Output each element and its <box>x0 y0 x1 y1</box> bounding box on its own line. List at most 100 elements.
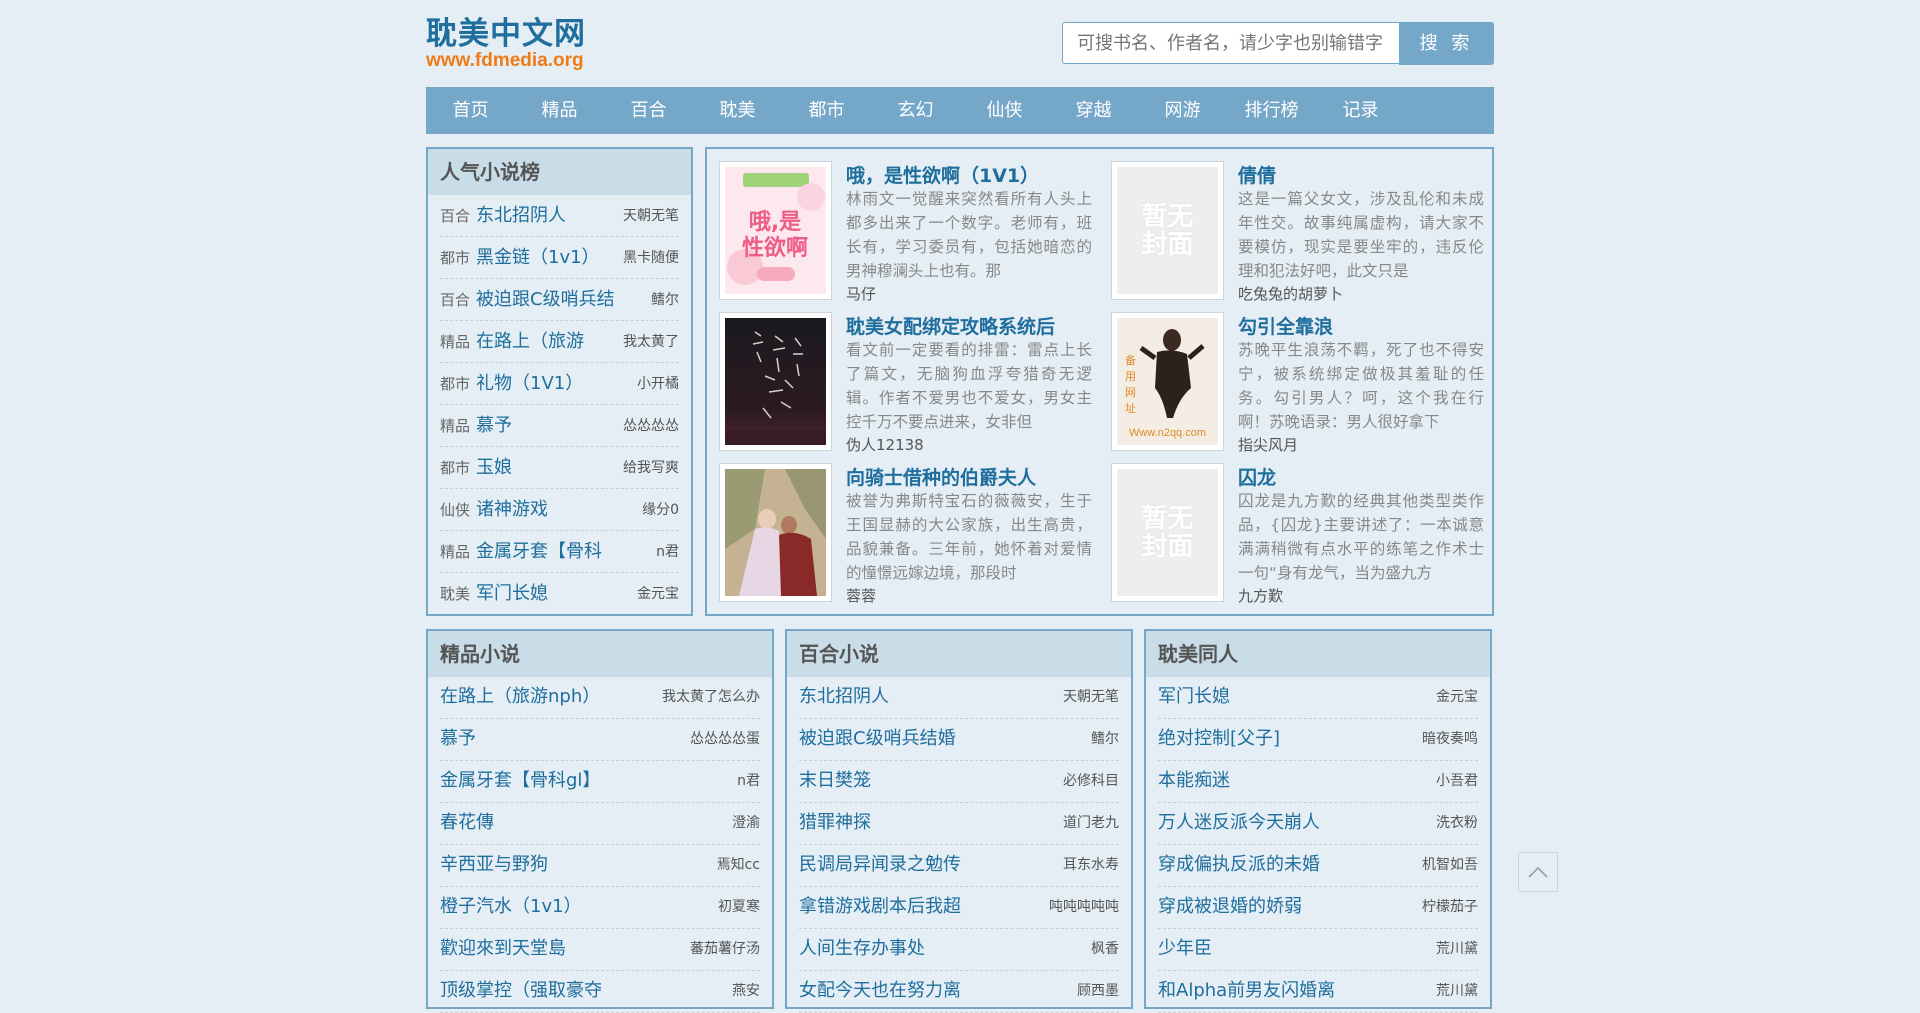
nav-home[interactable]: 首页 <box>426 87 515 134</box>
book-title-link[interactable]: 人间生存办事处 <box>799 929 925 970</box>
book-title-link[interactable]: 在路上（旅游 <box>476 322 617 362</box>
featured-book[interactable]: 哦,是 性欲啊 哦，是性欲啊（1V1） 林雨文一觉醒来突然看所有人头上都多出来了… <box>719 161 1092 303</box>
book-title-link[interactable]: 顶级掌控（强取豪夺 <box>440 971 602 1012</box>
author-name[interactable]: 吃兔兔的胡萝卜 <box>1238 283 1343 304</box>
author-name[interactable]: 伪人12138 <box>846 434 924 455</box>
list-item[interactable]: 和Alpha前男友闪婚离 荒川黛 <box>1158 971 1478 1013</box>
book-title-link[interactable]: 礼物（1V1） <box>476 364 631 404</box>
nav-history[interactable]: 记录 <box>1316 87 1405 134</box>
list-item[interactable]: 都市 玉娘 给我写爽 <box>440 447 679 489</box>
nav-quality[interactable]: 精品 <box>515 87 604 134</box>
book-cover[interactable]: 暂无 封面 <box>1111 161 1224 300</box>
book-cover[interactable] <box>719 463 832 602</box>
author-name[interactable]: 蓉蓉 <box>846 585 876 606</box>
nav-fantasy[interactable]: 玄幻 <box>871 87 960 134</box>
list-item[interactable]: 精品 在路上（旅游 我太黄了 <box>440 321 679 363</box>
book-title-link[interactable]: 向骑士借种的伯爵夫人 <box>846 463 1036 490</box>
book-title-link[interactable]: 被迫跟C级哨兵结婚 <box>799 719 956 760</box>
list-item[interactable]: 末日樊笼 必修科目 <box>799 761 1119 803</box>
author-name[interactable]: 马仔 <box>846 283 876 304</box>
list-item[interactable]: 穿成被退婚的娇弱 柠檬茄子 <box>1158 887 1478 929</box>
list-item[interactable]: 歡迎來到天堂島 蕃茄薯仔汤 <box>440 929 760 971</box>
list-item[interactable]: 辛西亚与野狗 焉知cc <box>440 845 760 887</box>
book-title-link[interactable]: 万人迷反派今天崩人 <box>1158 803 1320 844</box>
book-title-link[interactable]: 东北招阴人 <box>799 677 889 718</box>
featured-book[interactable]: 备 用 网 址 Www.n2qq.com 勾引全靠浪 苏晚平生浪荡不羁，死了也不… <box>1111 312 1484 454</box>
list-item[interactable]: 都市 黑金链（1v1） 黑卡随便 <box>440 237 679 279</box>
nav-timetravel[interactable]: 穿越 <box>1049 87 1138 134</box>
book-title-link[interactable]: 和Alpha前男友闪婚离 <box>1158 971 1335 1012</box>
nav-ranking[interactable]: 排行榜 <box>1227 87 1316 134</box>
list-item[interactable]: 军门长媳 金元宝 <box>1158 677 1478 719</box>
list-item[interactable]: 被迫跟C级哨兵结婚 鳍尔 <box>799 719 1119 761</box>
book-title-link[interactable]: 倩倩 <box>1238 161 1276 188</box>
book-title-link[interactable]: 猎罪神探 <box>799 803 871 844</box>
nav-online-game[interactable]: 网游 <box>1138 87 1227 134</box>
book-cover[interactable] <box>719 312 832 451</box>
list-item[interactable]: 东北招阴人 天朝无笔 <box>799 677 1119 719</box>
book-title-link[interactable]: 金属牙套【骨科gl】 <box>440 761 600 802</box>
site-url[interactable]: www.fdmedia.org <box>426 50 584 72</box>
book-cover[interactable]: 哦,是 性欲啊 <box>719 161 832 300</box>
book-title-link[interactable]: 慕予 <box>476 406 617 446</box>
book-title-link[interactable]: 拿错游戏剧本后我超 <box>799 887 961 928</box>
list-item[interactable]: 民调局异闻录之勉传 耳东水寿 <box>799 845 1119 887</box>
nav-yuri[interactable]: 百合 <box>604 87 693 134</box>
list-item[interactable]: 在路上（旅游nph） 我太黄了怎么办 <box>440 677 760 719</box>
list-item[interactable]: 耽美 军门长媳 金元宝 <box>440 573 679 614</box>
list-item[interactable]: 精品 慕予 怂怂怂怂 <box>440 405 679 447</box>
book-title-link[interactable]: 橙子汽水（1v1） <box>440 887 582 928</box>
book-cover[interactable]: 备 用 网 址 Www.n2qq.com <box>1111 312 1224 451</box>
featured-book[interactable]: 暂无 封面 倩倩 这是一篇父女文，涉及乱伦和未成年性交。故事纯属虚构，请大家不要模… <box>1111 161 1484 303</box>
author-name[interactable]: 指尖风月 <box>1238 434 1298 455</box>
list-item[interactable]: 猎罪神探 道门老九 <box>799 803 1119 845</box>
book-title-link[interactable]: 在路上（旅游nph） <box>440 677 600 718</box>
list-item[interactable]: 精品 金属牙套【骨科 n君 <box>440 531 679 573</box>
list-item[interactable]: 绝对控制[父子] 暗夜奏鸣 <box>1158 719 1478 761</box>
nav-danmei[interactable]: 耽美 <box>693 87 782 134</box>
book-title-link[interactable]: 黑金链（1v1） <box>476 238 617 278</box>
list-item[interactable]: 万人迷反派今天崩人 洗衣粉 <box>1158 803 1478 845</box>
book-cover[interactable]: 暂无 封面 <box>1111 463 1224 602</box>
book-title-link[interactable]: 辛西亚与野狗 <box>440 845 548 886</box>
book-title-link[interactable]: 绝对控制[父子] <box>1158 719 1280 760</box>
list-item[interactable]: 橙子汽水（1v1） 初夏寒 <box>440 887 760 929</box>
list-item[interactable]: 都市 礼物（1V1） 小开橘 <box>440 363 679 405</box>
list-item[interactable]: 女配今天也在努力离 顾西墨 <box>799 971 1119 1013</box>
book-title-link[interactable]: 哦，是性欲啊（1V1） <box>846 161 1039 188</box>
site-title[interactable]: 耽美中文网 <box>426 8 586 53</box>
book-title-link[interactable]: 军门长媳 <box>476 574 631 614</box>
book-title-link[interactable]: 被迫跟C级哨兵结 <box>476 280 645 320</box>
book-title-link[interactable]: 春花傳 <box>440 803 494 844</box>
book-title-link[interactable]: 诸神游戏 <box>476 490 636 530</box>
book-title-link[interactable]: 玉娘 <box>476 448 617 488</box>
list-item[interactable]: 百合 东北招阴人 天朝无笔 <box>440 195 679 237</box>
book-title-link[interactable]: 军门长媳 <box>1158 677 1230 718</box>
featured-book[interactable]: 耽美女配绑定攻略系统后 看文前一定要看的排雷：雷点上长了篇文，无脑狗血浮夸猎奇无… <box>719 312 1092 454</box>
book-title-link[interactable]: 穿成偏执反派的未婚 <box>1158 845 1320 886</box>
book-title-link[interactable]: 勾引全靠浪 <box>1238 312 1333 339</box>
book-title-link[interactable]: 慕予 <box>440 719 476 760</box>
search-button[interactable]: 搜 索 <box>1399 22 1494 65</box>
list-item[interactable]: 顶级掌控（强取豪夺 燕安 <box>440 971 760 1013</box>
book-title-link[interactable]: 民调局异闻录之勉传 <box>799 845 961 886</box>
list-item[interactable]: 人间生存办事处 枫香 <box>799 929 1119 971</box>
list-item[interactable]: 少年臣 荒川黛 <box>1158 929 1478 971</box>
nav-urban[interactable]: 都市 <box>782 87 871 134</box>
nav-xianxia[interactable]: 仙侠 <box>960 87 1049 134</box>
featured-book[interactable]: 向骑士借种的伯爵夫人 被誉为弗斯特宝石的薇薇安，生于王国显赫的大公家族，出生高贵… <box>719 463 1092 605</box>
list-item[interactable]: 穿成偏执反派的未婚 机智如吾 <box>1158 845 1478 887</box>
back-to-top-button[interactable] <box>1518 852 1558 892</box>
list-item[interactable]: 拿错游戏剧本后我超 吨吨吨吨吨 <box>799 887 1119 929</box>
list-item[interactable]: 本能痴迷 小吾君 <box>1158 761 1478 803</box>
featured-book[interactable]: 暂无 封面 囚龙 囚龙是九方歎的经典其他类型类作品，{囚龙}主要讲述了：一本诚意满… <box>1111 463 1484 605</box>
search-input[interactable] <box>1062 22 1399 64</box>
book-title-link[interactable]: 耽美女配绑定攻略系统后 <box>846 312 1055 339</box>
book-title-link[interactable]: 囚龙 <box>1238 463 1276 490</box>
book-title-link[interactable]: 少年臣 <box>1158 929 1212 970</box>
book-title-link[interactable]: 金属牙套【骨科 <box>476 532 650 572</box>
list-item[interactable]: 春花傳 澄渝 <box>440 803 760 845</box>
book-title-link[interactable]: 女配今天也在努力离 <box>799 971 961 1012</box>
book-title-link[interactable]: 本能痴迷 <box>1158 761 1230 802</box>
book-title-link[interactable]: 穿成被退婚的娇弱 <box>1158 887 1302 928</box>
